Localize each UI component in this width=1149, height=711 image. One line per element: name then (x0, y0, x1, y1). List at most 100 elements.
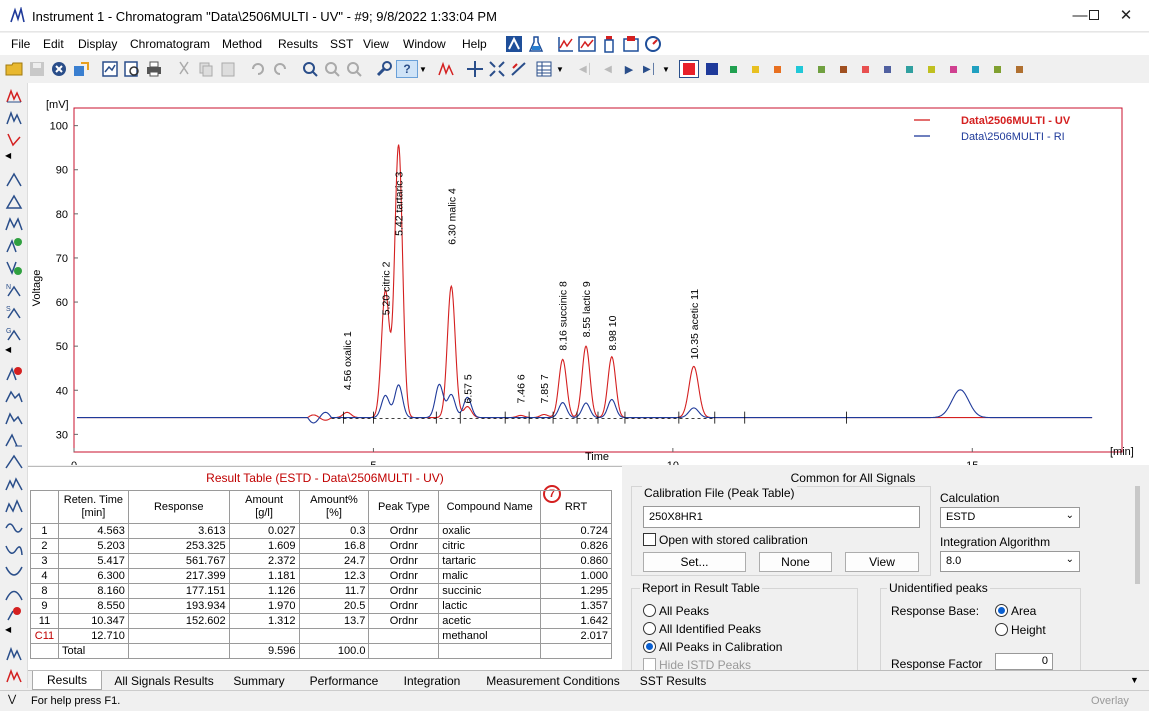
menu-method[interactable]: Method (222, 37, 262, 51)
signal-color-3[interactable] (730, 66, 737, 73)
overlay-chart-icon[interactable] (557, 35, 575, 53)
flask-icon[interactable] (527, 35, 545, 53)
add-negative-peak-icon[interactable] (5, 259, 23, 277)
close-button[interactable]: ✕ (1103, 0, 1149, 30)
zoom-icon[interactable] (301, 60, 319, 78)
table-icon[interactable] (535, 60, 553, 78)
signal-color-6[interactable] (796, 66, 803, 73)
delete-peak-icon[interactable] (5, 365, 23, 383)
table-row[interactable]: 9 8.550 193.934 1.970 20.5 Ordnr lactic 1.357 (30, 598, 612, 614)
first-icon[interactable]: ◀│ (577, 60, 595, 78)
vial-icon[interactable] (600, 35, 618, 53)
col-retention-time[interactable]: Reten. Time [min] (57, 490, 129, 524)
col-peak-type[interactable]: Peak Type (368, 490, 440, 524)
manual-event-icon[interactable] (5, 667, 23, 685)
baseline-icon[interactable]: N (5, 281, 23, 299)
export-icon[interactable] (72, 60, 90, 78)
menu-view[interactable]: View (363, 37, 389, 51)
collapse-icon[interactable]: ◀ (5, 345, 23, 355)
paste-icon[interactable] (219, 60, 237, 78)
signal-color-15[interactable] (994, 66, 1001, 73)
menu-results[interactable]: Results (278, 37, 318, 51)
signal-color-uv[interactable] (679, 60, 699, 78)
signal-color-5[interactable] (774, 66, 781, 73)
split-peak-icon[interactable]: S (5, 303, 23, 321)
tab-summary[interactable]: Summary (224, 671, 294, 690)
integration-tool-icon[interactable] (510, 60, 528, 78)
event-table-icon[interactable] (5, 645, 23, 663)
all-peaks-radio[interactable] (643, 604, 656, 617)
integration-algorithm-select[interactable]: 8.0 ⌄ (940, 551, 1080, 572)
chart-window-icon[interactable] (578, 35, 596, 53)
signal-color-7[interactable] (818, 66, 825, 73)
signal-color-10[interactable] (884, 66, 891, 73)
table-row[interactable]: 11 10.347 152.602 1.312 13.7 Ordnr acetic 1.642 (30, 613, 612, 629)
rise-icon[interactable] (5, 585, 23, 603)
open-stored-checkbox[interactable] (643, 533, 656, 546)
menu-sst[interactable]: SST (330, 37, 353, 51)
zoom-out-icon[interactable] (345, 60, 363, 78)
integration-mode-icon[interactable] (5, 87, 23, 105)
gauge-icon[interactable] (644, 35, 662, 53)
tab-performance[interactable]: Performance (300, 671, 388, 690)
chevron-down-icon[interactable]: ▼ (555, 60, 565, 78)
menu-display[interactable]: Display (78, 37, 117, 51)
peak-label-icon[interactable] (437, 60, 455, 78)
signal-color-ri[interactable] (703, 60, 721, 78)
table-row[interactable]: 8 8.160 177.151 1.126 11.7 Ordnr succinic 1.295 (30, 583, 612, 599)
none-button[interactable]: None (759, 552, 832, 572)
tab-results[interactable]: Results (32, 671, 102, 690)
chromatogram-chart[interactable]: [mV] Voltage Time [min] 1009080706050403… (28, 83, 1149, 472)
tab-all-signals-results[interactable]: All Signals Results (106, 671, 222, 690)
wave-icon[interactable] (5, 519, 23, 537)
set-button[interactable]: Set... (643, 552, 746, 572)
view-button[interactable]: View (845, 552, 919, 572)
chevron-down-icon[interactable]: ▼ (418, 60, 428, 78)
negative-icon[interactable] (5, 563, 23, 581)
all-identified-peaks-radio[interactable] (643, 622, 656, 635)
front-tangent-icon[interactable] (5, 409, 23, 427)
report-icon[interactable] (101, 60, 119, 78)
menu-chromatogram[interactable]: Chromatogram (130, 37, 210, 51)
collapse-icon[interactable]: ◀ (5, 625, 23, 635)
valley-icon[interactable] (5, 215, 23, 233)
chevron-down-icon[interactable]: ▼ (661, 60, 671, 78)
previous-icon[interactable]: ◀ (599, 60, 617, 78)
method-icon[interactable] (505, 35, 523, 53)
expand-icon[interactable]: ⋁ (8, 694, 16, 705)
cut-icon[interactable] (175, 60, 193, 78)
signal-color-14[interactable] (972, 66, 979, 73)
signal-color-11[interactable] (906, 66, 913, 73)
table-row[interactable]: Total 9.596 100.0 (30, 643, 612, 659)
table-row[interactable]: 3 5.417 561.767 2.372 24.7 Ordnr tartaric 0.860 (30, 553, 612, 569)
copy-icon[interactable] (197, 60, 215, 78)
print-preview-icon[interactable] (123, 60, 141, 78)
table-row[interactable]: 4 6.300 217.399 1.181 12.3 Ordnr malic 1.000 (30, 568, 612, 584)
all-peaks-calibration-radio[interactable] (643, 640, 656, 653)
sequence-icon[interactable] (622, 35, 640, 53)
collapse-icon[interactable]: ◀ (5, 151, 23, 161)
tangent-icon[interactable] (5, 131, 23, 149)
open-folder-icon[interactable] (5, 60, 23, 78)
col-compound-name[interactable]: Compound Name (438, 490, 542, 524)
fit-icon[interactable] (488, 60, 506, 78)
menu-edit[interactable]: Edit (43, 37, 64, 51)
print-icon[interactable] (145, 60, 163, 78)
signal-color-13[interactable] (950, 66, 957, 73)
delete-all-icon[interactable] (5, 605, 23, 623)
signal-color-12[interactable] (928, 66, 935, 73)
table-row[interactable]: 1 4.563 3.613 0.027 0.3 Ordnr oxalic 0.724 (30, 523, 612, 539)
rear-tangent-icon[interactable] (5, 431, 23, 449)
signal-color-4[interactable] (752, 66, 759, 73)
col-amount-percent[interactable]: Amount% [%] (298, 490, 370, 524)
response-factor-field[interactable]: 0 (995, 653, 1053, 670)
col-rrt[interactable]: RRT (540, 490, 612, 524)
save-icon[interactable] (28, 60, 46, 78)
group-peak-icon[interactable]: G (5, 325, 23, 343)
next-icon[interactable]: ▶ (620, 60, 638, 78)
scrollbar-thumb[interactable] (1135, 486, 1140, 584)
undo-icon[interactable] (249, 60, 267, 78)
redo-icon[interactable] (271, 60, 289, 78)
calibration-file-field[interactable]: 250X8HR1 (643, 506, 920, 528)
shoulder-icon[interactable] (5, 387, 23, 405)
